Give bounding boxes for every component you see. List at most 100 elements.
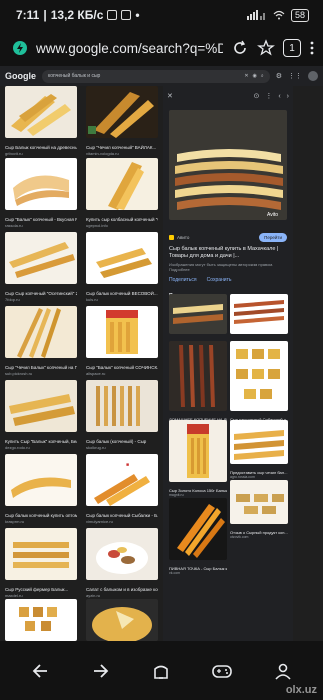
camera-icon[interactable]: ◉ xyxy=(253,73,257,79)
google-search-box[interactable]: копченый балык и сыр ✕ ◉ ⌕ xyxy=(42,69,270,83)
related-thumbnail[interactable] xyxy=(169,420,227,482)
result-thumbnail[interactable] xyxy=(86,380,158,432)
search-query[interactable]: копченый балык и сыр xyxy=(48,73,240,79)
result-caption: Сыр Русский фермер Балык... xyxy=(5,587,69,592)
result-source: dezgo.rodo.ru xyxy=(5,444,30,450)
preview-watermark-badge: Avito xyxy=(267,212,278,218)
result-caption: Сыр балык копченый Сыбалки - Б... xyxy=(86,513,158,518)
games-button[interactable] xyxy=(204,653,240,689)
related-image-card[interactable]: Сыр рассольный Сибирский о... shop.rybsh… xyxy=(230,341,288,426)
result-caption: Купить сыр колбасный копченый "Сибе... xyxy=(86,217,158,222)
settings-icon[interactable]: ⚙ xyxy=(276,72,282,80)
home-icon xyxy=(154,665,169,679)
result-thumbnail[interactable] xyxy=(86,232,158,284)
result-card[interactable]: Сыр "Чечил Балык" копченый на Пукаля... … xyxy=(5,306,77,376)
result-card[interactable]: Сыр балык копченый ВЕСОВОЙ... kuls.ru xyxy=(86,232,158,302)
result-thumbnail[interactable] xyxy=(5,528,77,580)
result-source: vitamin-vologda.ru xyxy=(86,150,119,156)
related-thumbnail[interactable] xyxy=(169,341,227,411)
related-image-card[interactable]: ПИВНАЯ ТОЧКА - Сыр Балык коп... vk.com xyxy=(169,498,227,575)
image-results-grid: Сыр Балык копченый на древесных о... gri… xyxy=(5,86,158,641)
apps-grid-icon[interactable]: ⋮⋮ xyxy=(288,72,302,80)
result-caption: Купить Сыр "Балык" копченый, Бел... xyxy=(5,439,77,444)
related-image-card[interactable]: ДОМАШНЕЕ КОПЧЕНИЕ НА ДР... vdka.com.ru xyxy=(169,341,227,426)
bookmark-star-icon[interactable] xyxy=(257,39,275,57)
result-thumbnail[interactable] xyxy=(5,158,77,210)
result-source: kuls.ru xyxy=(86,296,98,302)
related-image-card[interactable] xyxy=(230,294,288,340)
network-speed: 13,2 КБ/с xyxy=(50,8,104,22)
home-button[interactable] xyxy=(143,653,179,689)
result-card[interactable]: Сыр балык копченый купить оптом krasprm.… xyxy=(5,454,77,524)
browser-menu-icon[interactable] xyxy=(309,40,315,56)
tab-count-button[interactable]: 1 xyxy=(283,39,301,57)
save-button[interactable]: Сохранить xyxy=(207,277,232,283)
result-card[interactable]: Сыр "Балык" копченый - Вкусная Раска ras… xyxy=(5,158,77,228)
related-thumbnail[interactable] xyxy=(230,294,288,334)
result-card[interactable]: Сыр "Чечил копченый" ВАЙЛАК... vitamin-v… xyxy=(86,86,158,156)
result-thumbnail[interactable] xyxy=(5,454,77,506)
result-card[interactable] xyxy=(86,599,158,641)
result-source: krasprm.ru xyxy=(5,518,25,524)
next-arrow-icon[interactable]: › xyxy=(287,93,289,100)
result-thumbnail[interactable] xyxy=(5,86,77,138)
result-thumbnail[interactable] xyxy=(5,380,77,432)
related-source: agro.rossia.com xyxy=(230,475,255,479)
related-image-card[interactable]: Отзыв о Сырный продукт коп... otzovik.co… xyxy=(230,480,288,539)
result-card[interactable]: Сыр Сыр копченый "Осетинский" 250гр... 7… xyxy=(5,232,77,302)
related-thumbnail[interactable] xyxy=(230,420,288,464)
related-thumbnail[interactable] xyxy=(230,341,288,411)
share-button[interactable]: Поделиться xyxy=(169,277,197,283)
result-card[interactable]: ■ Сыр балык копченый Сыбалки - Б... vimu… xyxy=(86,454,158,524)
related-thumbnail[interactable] xyxy=(169,498,227,560)
preview-site-name[interactable]: Авито xyxy=(177,235,189,240)
result-card[interactable] xyxy=(5,599,77,641)
close-icon[interactable]: ✕ xyxy=(167,92,173,100)
result-thumbnail[interactable] xyxy=(5,232,77,284)
related-image-card[interactable]: Предоставить сыр чечил бал... agro.rossi… xyxy=(230,420,288,479)
related-image-card[interactable] xyxy=(169,294,227,340)
related-thumbnail[interactable] xyxy=(169,294,227,334)
google-logo[interactable]: Google xyxy=(5,71,36,81)
result-source: maxdel.ru xyxy=(5,592,23,598)
result-card[interactable]: Салат с балыком и в изобразке копченых к… xyxy=(86,528,158,598)
visual-search-icon[interactable]: ⊙ xyxy=(253,92,259,100)
result-thumbnail[interactable] xyxy=(86,306,158,358)
result-thumbnail[interactable] xyxy=(86,158,158,210)
result-thumbnail[interactable] xyxy=(5,599,77,641)
result-caption: Сыр "Балык" копченый СОЧИНСК... xyxy=(86,365,158,370)
previous-arrow-icon[interactable]: ‹ xyxy=(278,93,280,100)
close-icon[interactable]: ✕ xyxy=(244,73,248,79)
result-card[interactable]: Сыр Балык копченый на древесных о... gri… xyxy=(5,86,77,156)
result-card[interactable]: Сыр "Балык" копченый СОЧИНСК... allspace… xyxy=(86,306,158,376)
result-source: allspace.ru xyxy=(86,370,106,376)
result-thumbnail[interactable] xyxy=(86,86,158,138)
result-card[interactable]: Купить Сыр "Балык" копченый, Бел... dezg… xyxy=(5,380,77,450)
more-options-icon[interactable]: ⋮ xyxy=(265,92,272,100)
result-card[interactable]: Купить сыр колбасный копченый "Сибе... u… xyxy=(86,158,158,228)
result-thumbnail[interactable]: ■ xyxy=(86,454,158,506)
result-thumbnail[interactable] xyxy=(86,599,158,641)
related-thumbnail[interactable] xyxy=(230,480,288,524)
preview-title[interactable]: Сыр балык копченый купить в Махачкале | … xyxy=(169,246,287,259)
result-thumbnail[interactable] xyxy=(5,306,77,358)
result-thumbnail[interactable] xyxy=(86,528,158,580)
panel-toolbar: ✕ ⊙ ⋮ ‹ › xyxy=(163,86,293,106)
forward-button[interactable] xyxy=(83,653,119,689)
back-arrow-icon xyxy=(33,663,48,678)
visit-button[interactable]: Перейти xyxy=(259,233,287,242)
preview-source-row: Авито Перейти xyxy=(169,233,287,242)
related-image-card[interactable]: Сыр Золото Колоса 150г Балык... magnit.r… xyxy=(169,420,227,497)
result-source: ayzin.ru xyxy=(86,592,101,598)
url-field[interactable]: www.google.com/search?q=%D0%BA% xyxy=(36,41,223,56)
gamepad-icon xyxy=(212,664,232,678)
preview-main-image[interactable]: Avito xyxy=(169,110,287,220)
reload-icon[interactable] xyxy=(231,39,249,57)
result-card[interactable]: Сыр балык (копченый) - Сыр skolkrug.ru xyxy=(86,380,158,450)
back-button[interactable] xyxy=(22,653,58,689)
connection-security-icon[interactable] xyxy=(12,40,28,56)
avatar[interactable] xyxy=(308,71,318,81)
search-icon[interactable]: ⌕ xyxy=(261,73,264,79)
result-card[interactable]: Сыр Русский фермер Балык... maxdel.ru xyxy=(5,528,77,598)
related-source: vk.com xyxy=(169,571,181,575)
